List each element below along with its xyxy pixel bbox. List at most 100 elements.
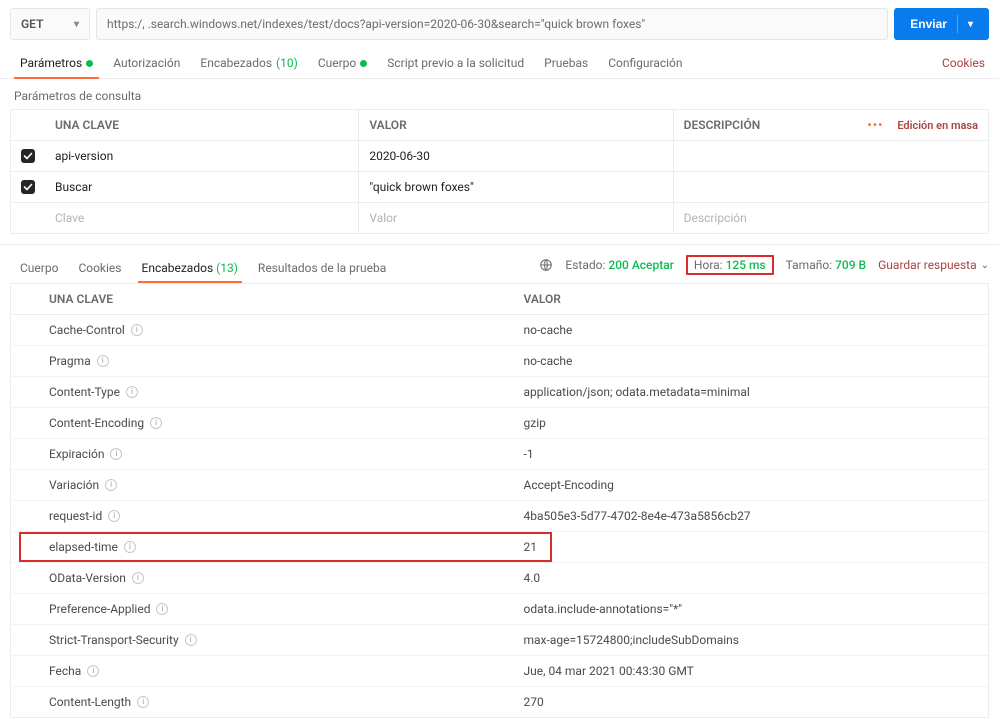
param-desc[interactable] xyxy=(674,148,988,164)
resp-tab-cookies-label: Cookies xyxy=(78,261,121,275)
spacer xyxy=(11,539,39,555)
checkbox-checked[interactable] xyxy=(21,180,35,194)
param-key[interactable]: Buscar xyxy=(45,172,359,202)
send-button[interactable]: Enviar ▾ xyxy=(894,8,989,40)
info-icon[interactable]: i xyxy=(156,603,168,615)
size-value: 709 B xyxy=(835,258,866,272)
tab-headers-label: Encabezados xyxy=(200,56,272,70)
params-row: api-version 2020-06-30 xyxy=(11,141,988,171)
params-new-row[interactable]: Clave Valor Descripción xyxy=(11,202,988,233)
tab-params-label: Parámetros xyxy=(20,56,82,70)
cookies-link[interactable]: Cookies xyxy=(938,48,989,78)
response-header-row: Content-Lengthi 270 xyxy=(11,687,988,717)
info-icon[interactable]: i xyxy=(110,448,122,460)
bulk-edit-link[interactable]: Edición en masa xyxy=(897,119,978,132)
info-icon[interactable]: i xyxy=(87,665,99,677)
spacer xyxy=(11,508,39,524)
response-header-value: gzip xyxy=(514,408,989,438)
info-icon[interactable]: i xyxy=(108,510,120,522)
col-key-header: UNA CLAVE xyxy=(45,110,359,140)
info-icon[interactable]: i xyxy=(185,634,197,646)
info-icon[interactable]: i xyxy=(124,541,136,553)
checkbox-checked[interactable] xyxy=(21,149,35,163)
resp-tab-body[interactable]: Cuerpo xyxy=(10,253,68,283)
chevron-down-icon: ⌄ xyxy=(981,260,989,271)
resp-tab-headers-count: (13) xyxy=(216,261,238,275)
response-header-key: Preference-Appliedi xyxy=(39,594,514,624)
response-header-value: Jue, 04 mar 2021 00:43:30 GMT xyxy=(514,656,989,686)
params-row: Buscar "quick brown foxes" xyxy=(11,171,988,202)
http-method-value: GET xyxy=(21,17,43,31)
url-input[interactable]: https:/, .search.windows.net/indexes/tes… xyxy=(96,8,888,40)
resp-tab-cookies[interactable]: Cookies xyxy=(68,253,131,283)
active-dot-icon xyxy=(360,60,367,67)
response-header-key: Pragmai xyxy=(39,346,514,376)
param-value[interactable]: 2020-06-30 xyxy=(359,141,673,171)
spacer xyxy=(11,322,39,338)
chevron-down-icon[interactable]: ▾ xyxy=(968,19,973,30)
status-value: 200 Aceptar xyxy=(608,258,674,272)
size-stat: Tamaño: 709 B xyxy=(786,258,866,272)
response-header-value: odata.include-annotations="*" xyxy=(514,594,989,624)
http-method-select[interactable]: GET ▾ xyxy=(10,8,90,40)
tab-tests[interactable]: Pruebas xyxy=(534,48,598,78)
tab-body-label: Cuerpo xyxy=(318,56,356,70)
resp-tab-test-results[interactable]: Resultados de la prueba xyxy=(248,253,396,283)
spacer xyxy=(11,632,39,648)
save-response-button[interactable]: Guardar respuesta ⌄ xyxy=(878,258,989,272)
response-header-row: request-idi 4ba505e3-5d77-4702-8e4e-473a… xyxy=(11,501,988,532)
checkbox-empty xyxy=(21,211,35,225)
new-key-input[interactable]: Clave xyxy=(45,203,359,233)
response-header-key: Content-Encodingi xyxy=(39,408,514,438)
info-icon[interactable]: i xyxy=(131,324,143,336)
tab-headers[interactable]: Encabezados (10) xyxy=(190,48,307,78)
save-response-label: Guardar respuesta xyxy=(878,258,976,272)
info-icon[interactable]: i xyxy=(132,572,144,584)
info-icon[interactable]: i xyxy=(126,386,138,398)
response-header-row: Preference-Appliedi odata.include-annota… xyxy=(11,594,988,625)
response-header-value: max-age=15724800;includeSubDomains xyxy=(514,625,989,655)
response-header-key: request-idi xyxy=(39,501,514,531)
tab-auth-label: Autorización xyxy=(113,56,180,70)
response-header-value: no-cache xyxy=(514,315,989,345)
tab-params[interactable]: Parámetros xyxy=(10,48,103,78)
tab-body[interactable]: Cuerpo xyxy=(308,48,377,78)
divider xyxy=(957,15,958,33)
response-header-key: Cache-Controli xyxy=(39,315,514,345)
response-header-row: Pragmai no-cache xyxy=(11,346,988,377)
resp-col-key-header: UNA CLAVE xyxy=(39,284,514,314)
info-icon[interactable]: i xyxy=(97,355,109,367)
spacer xyxy=(11,384,39,400)
resp-tab-headers[interactable]: Encabezados (13) xyxy=(132,253,248,283)
info-icon[interactable]: i xyxy=(150,417,162,429)
info-icon[interactable]: i xyxy=(105,479,117,491)
response-header-key: Expiracióni xyxy=(39,439,514,469)
info-icon[interactable]: i xyxy=(137,696,149,708)
query-params-table: UNA CLAVE VALOR DESCRIPCIÓN ••• Edición … xyxy=(10,109,989,234)
tab-authorization[interactable]: Autorización xyxy=(103,48,190,78)
response-header-value: 270 xyxy=(514,687,989,717)
response-header-value: -1 xyxy=(514,439,989,469)
response-headers-table: UNA CLAVE VALOR Cache-Controli no-cache … xyxy=(10,283,989,718)
resp-tab-headers-label: Encabezados xyxy=(142,261,214,275)
response-header-value: application/json; odata.metadata=minimal xyxy=(514,377,989,407)
response-header-row: OData-Versioni 4.0 xyxy=(11,563,988,594)
response-header-row: elapsed-timei 21 xyxy=(11,532,988,563)
tab-tests-label: Pruebas xyxy=(544,56,588,70)
tab-prerequest[interactable]: Script previo a la solicitud xyxy=(377,48,534,78)
new-value-input[interactable]: Valor xyxy=(359,203,673,233)
param-value[interactable]: "quick brown foxes" xyxy=(359,172,673,202)
time-value: 125 ms xyxy=(726,258,766,272)
param-key[interactable]: api-version xyxy=(45,141,359,171)
response-bar: Cuerpo Cookies Encabezados (13) Resultad… xyxy=(0,244,999,283)
response-header-value: Accept-Encoding xyxy=(514,470,989,500)
response-header-row: Strict-Transport-Securityi max-age=15724… xyxy=(11,625,988,656)
resp-col-value-header: VALOR xyxy=(514,284,989,314)
tab-settings[interactable]: Configuración xyxy=(598,48,692,78)
param-desc[interactable] xyxy=(674,179,988,195)
new-desc-input[interactable]: Descripción xyxy=(674,203,988,233)
resp-tab-body-label: Cuerpo xyxy=(20,261,58,275)
response-header-key: OData-Versioni xyxy=(39,563,514,593)
response-header-row: Cache-Controli no-cache xyxy=(11,315,988,346)
more-options-icon[interactable]: ••• xyxy=(867,118,883,132)
